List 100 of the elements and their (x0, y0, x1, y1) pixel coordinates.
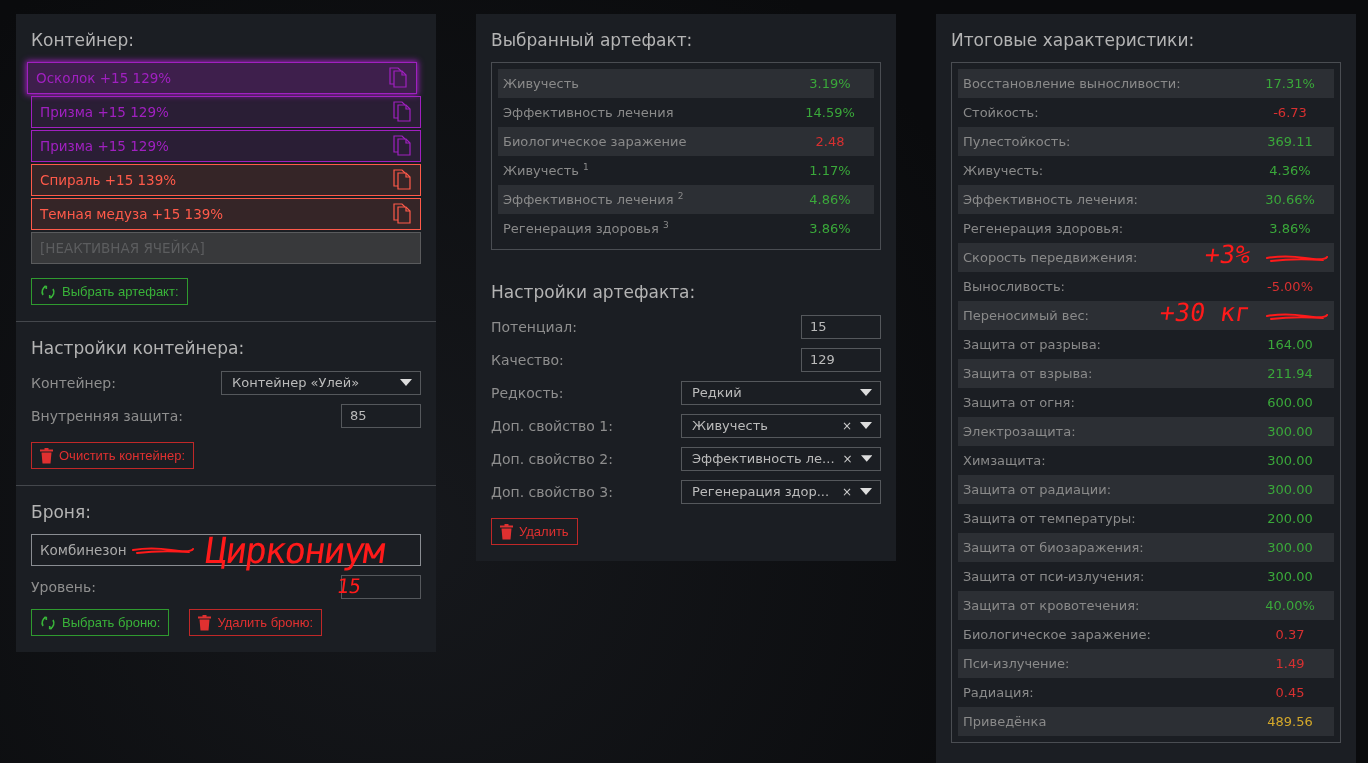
stat-name: Биологическое заражение: (963, 627, 1151, 642)
select-button[interactable]: Выбрать броню: (31, 609, 170, 636)
dropdown[interactable]: Эффективность ле... × (681, 446, 881, 471)
handwritten-note: +30 кг (1157, 300, 1252, 325)
stat-value: 14.59% (804, 105, 856, 120)
dropdown-caret-icon (860, 389, 872, 396)
stat-value: 369.11 (1266, 134, 1314, 149)
stat-name: Электрозащита: (963, 424, 1076, 439)
trash-icon (500, 523, 513, 540)
stat-name: Регенерация здоровья $^{3}$ (503, 220, 669, 237)
delete-button[interactable]: Удалить (491, 518, 578, 545)
stat-name: Эффективность лечения: (963, 192, 1138, 207)
section-title: Контейнер: (31, 30, 136, 50)
dropdown-caret-icon (860, 455, 872, 462)
field-label: Доп. свойство 2: (491, 450, 613, 467)
stat-name: Эффективность лечения (503, 105, 674, 120)
select-button[interactable]: Выбрать артефакт: (31, 278, 188, 305)
dropdown[interactable]: Контейнер «Улей» (221, 370, 421, 395)
section-title: Броня: (31, 502, 92, 522)
section-title: Выбранный артефакт: (491, 30, 694, 50)
stat-value: 600.00 (1266, 395, 1314, 410)
stat-value: 4.36% (1268, 163, 1312, 178)
input-field[interactable]: 15 (801, 314, 881, 339)
stat-name: Пулестойкость: (963, 134, 1071, 149)
handwritten-note: 15 (335, 576, 363, 596)
copy-icon[interactable] (392, 135, 412, 157)
dropdown[interactable]: Редкий (681, 380, 881, 405)
stat-name: Химзащита: (963, 453, 1046, 468)
trash-icon (40, 447, 53, 464)
stat-value: 0.45 (1274, 685, 1306, 700)
stat-name: Защита от температуры: (963, 511, 1136, 526)
copy-icon[interactable] (392, 169, 412, 191)
stat-value: 17.31% (1264, 76, 1316, 91)
stat-value: 2.48 (814, 134, 846, 149)
stat-value: 4.86% (808, 192, 852, 207)
stat-value: 211.94 (1266, 366, 1314, 381)
stat-value: 300.00 (1266, 482, 1314, 497)
field-label: Потенциал: (491, 318, 577, 335)
field-label: Контейнер: (31, 374, 116, 391)
stat-name: Приведёнка (963, 714, 1047, 729)
section-title: Итоговые характеристики: (951, 30, 1196, 50)
stat-name: Живучесть $^{1}$ (503, 162, 589, 179)
stat-name: Пси-излучение: (963, 656, 1070, 671)
delete-button[interactable]: Удалить броню: (189, 609, 323, 636)
stat-name: Защита от кровотечения: (963, 598, 1140, 613)
handwritten-note: Циркониум (203, 533, 386, 569)
stat-value: 40.00% (1264, 598, 1316, 613)
copy-icon[interactable] (392, 203, 412, 225)
artifact-slot[interactable]: Темная медуза +15 139% (31, 198, 421, 230)
stat-name: Регенерация здоровья: (963, 221, 1124, 236)
stat-value: 300.00 (1266, 540, 1314, 555)
stat-name: Переносимый вес: (963, 308, 1089, 323)
stat-value: 0.37 (1274, 627, 1306, 642)
field-label: Доп. свойство 1: (491, 417, 613, 434)
dropdown-caret-icon (400, 379, 412, 386)
stat-value: -5.00% (1266, 279, 1314, 294)
stat-value: 300.00 (1266, 453, 1314, 468)
handwritten-note: +3% (1203, 242, 1252, 267)
stat-name: Биологическое заражение (503, 134, 687, 149)
stat-name: Защита от разрыва: (963, 337, 1101, 352)
trash-icon (198, 614, 212, 631)
stat-value: 300.00 (1266, 424, 1314, 439)
clear-icon[interactable]: × (841, 418, 852, 433)
stat-name: Живучесть: (963, 163, 1044, 178)
stat-name: Стойкость: (963, 105, 1039, 120)
stat-name: Защита от огня: (963, 395, 1075, 410)
copy-icon[interactable] (392, 101, 412, 123)
clear-icon[interactable]: × (842, 451, 853, 466)
section-title: Настройки артефакта: (491, 282, 697, 302)
field-label: Качество: (491, 351, 564, 368)
artifact-slot[interactable]: Спираль +15 139% (31, 164, 421, 196)
clear-button[interactable]: Очистить контейнер: (31, 442, 194, 469)
refresh-icon (40, 614, 56, 631)
field-label: Доп. свойство 3: (491, 483, 613, 500)
dropdown[interactable]: Регенерация здор... × (681, 479, 881, 504)
stat-value: 300.00 (1266, 569, 1314, 584)
stat-value: 3.19% (808, 76, 852, 91)
stat-value: 3.86% (1268, 221, 1312, 236)
input-field[interactable]: 129 (801, 347, 881, 372)
field-label: Уровень: (31, 578, 96, 595)
clear-icon[interactable]: × (841, 484, 852, 499)
stat-value: 489.56 (1266, 714, 1314, 729)
copy-icon[interactable] (388, 67, 408, 89)
stat-value: 1.49 (1274, 656, 1306, 671)
stat-value: 164.00 (1266, 337, 1314, 352)
dropdown-caret-icon (860, 422, 872, 429)
stat-name: Выносливость: (963, 279, 1065, 294)
dropdown[interactable]: Живучесть × (681, 413, 881, 438)
stat-name: Защита от взрыва: (963, 366, 1093, 381)
stat-value: 200.00 (1266, 511, 1314, 526)
field-label: Внутренняя защита: (31, 407, 184, 424)
section-title: Настройки контейнера: (31, 338, 246, 358)
stat-name: Эффективность лечения $^{2}$ (503, 191, 684, 208)
dropdown-caret-icon (860, 488, 872, 495)
stat-name: Скорость передвижения: (963, 250, 1138, 265)
input-field[interactable]: 85 (341, 403, 421, 428)
stat-value: 1.17% (808, 163, 852, 178)
stat-name: Защита от пси-излучения: (963, 569, 1145, 584)
stat-value: 30.66% (1264, 192, 1316, 207)
refresh-icon (40, 283, 56, 300)
